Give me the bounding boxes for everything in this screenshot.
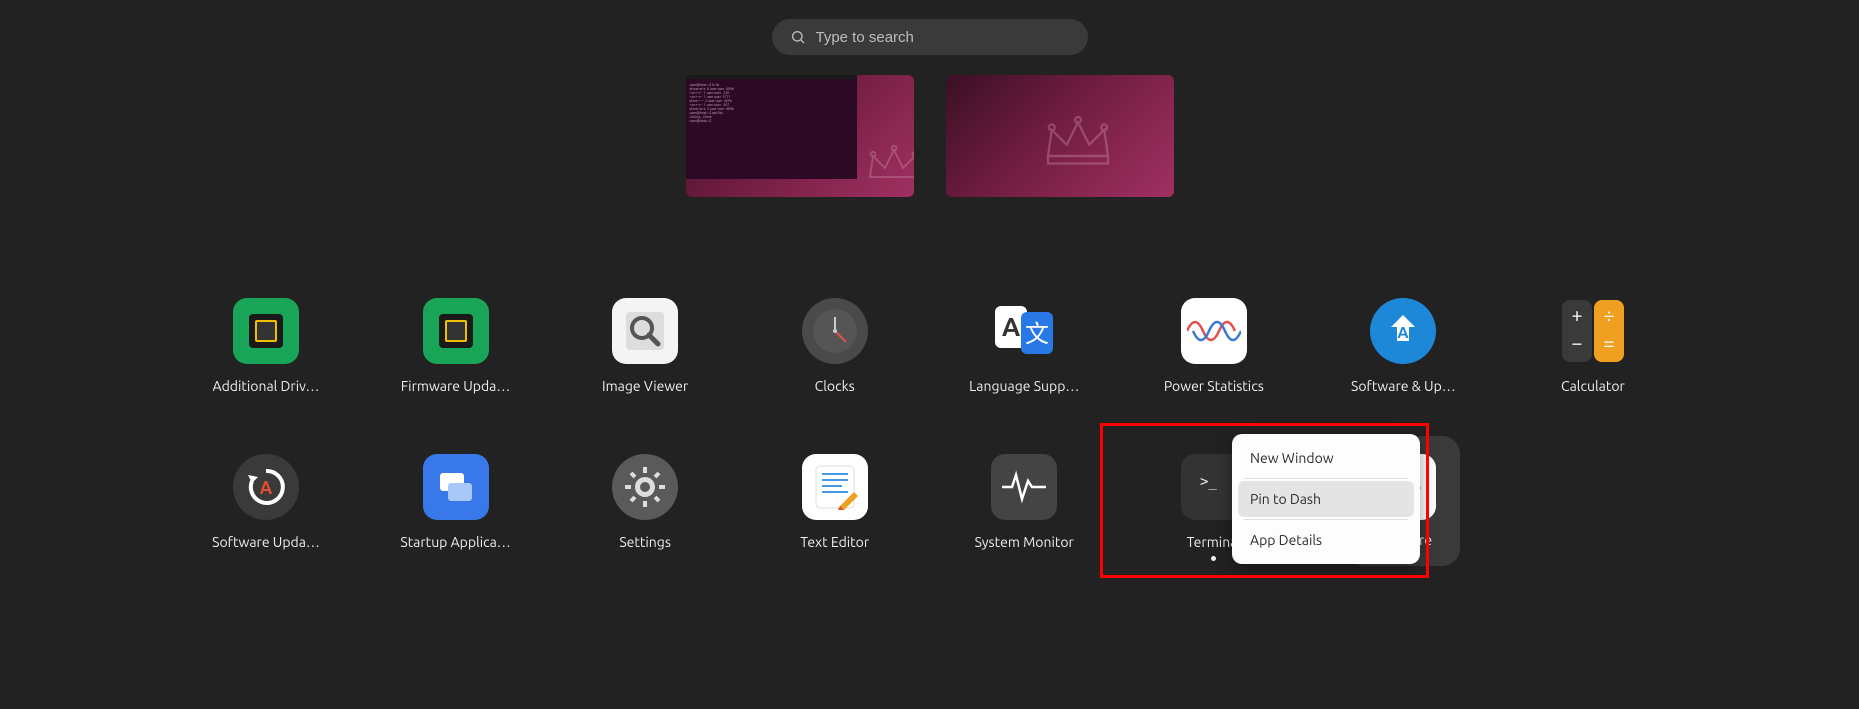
app-power-statistics[interactable]: Power Statistics [1138, 298, 1290, 394]
app-calculator[interactable]: + −÷ = Calculator [1517, 298, 1669, 394]
app-image-viewer[interactable]: Image Viewer [569, 298, 721, 394]
app-label: System Monitor [975, 534, 1074, 550]
app-label: Additional Driv… [213, 378, 320, 394]
app-startup-applications[interactable]: Startup Applica… [380, 454, 532, 566]
menu-pin-to-dash[interactable]: Pin to Dash [1238, 481, 1414, 517]
svg-text:+: + [1571, 303, 1582, 326]
svg-text:>_: >_ [1200, 474, 1217, 490]
menu-separator [1244, 519, 1408, 520]
clocks-icon [802, 298, 868, 364]
system-monitor-icon [991, 454, 1057, 520]
running-indicator [1211, 556, 1216, 561]
svg-text:A: A [1398, 324, 1410, 342]
app-system-monitor[interactable]: System Monitor [948, 454, 1100, 566]
app-label: Software Upda… [212, 534, 320, 550]
svg-text:A: A [260, 478, 273, 498]
app-software-updater[interactable]: A Software Upda… [190, 454, 342, 566]
svg-text:A: A [1002, 312, 1021, 341]
app-firmware-updater[interactable]: Firmware Upda… [380, 298, 532, 394]
search-bar[interactable] [772, 19, 1088, 55]
app-grid: Additional Driv… Firmware Upda… Image Vi… [190, 298, 1669, 566]
svg-text:文: 文 [1025, 320, 1049, 347]
workspace-thumb-1[interactable]: user@host:~$ ls -la drwxr-xr-x 8 user us… [686, 75, 914, 197]
search-input[interactable] [816, 29, 1070, 46]
calculator-icon: + −÷ = [1560, 298, 1626, 364]
workspace-switcher: user@host:~$ ls -la drwxr-xr-x 8 user us… [686, 75, 1174, 197]
firmware-updater-icon [423, 298, 489, 364]
app-label: Settings [619, 534, 671, 550]
power-statistics-icon [1181, 298, 1247, 364]
menu-new-window[interactable]: New Window [1238, 440, 1414, 476]
app-settings[interactable]: Settings [569, 454, 721, 566]
svg-text:=: = [1603, 331, 1614, 354]
app-software-updates[interactable]: A Software & Up… [1327, 298, 1479, 394]
workspace-thumb-2[interactable] [946, 75, 1174, 197]
search-icon [790, 29, 806, 45]
language-support-icon: A文 [991, 298, 1057, 364]
settings-icon [612, 454, 678, 520]
image-viewer-icon [612, 298, 678, 364]
software-updates-icon: A [1370, 298, 1436, 364]
app-label: Clocks [815, 378, 855, 394]
startup-applications-icon [423, 454, 489, 520]
additional-drivers-icon [233, 298, 299, 364]
app-language-support[interactable]: A文 Language Supp… [948, 298, 1100, 394]
app-label: Firmware Upda… [401, 378, 511, 394]
app-label: Startup Applica… [400, 534, 510, 550]
app-label: Power Statistics [1164, 378, 1264, 394]
app-label: Text Editor [800, 534, 869, 550]
app-clocks[interactable]: Clocks [759, 298, 911, 394]
svg-text:−: − [1571, 331, 1582, 354]
app-label: Language Supp… [969, 378, 1079, 394]
menu-separator [1244, 478, 1408, 479]
svg-text:÷: ÷ [1603, 303, 1614, 326]
software-updater-icon: A [233, 454, 299, 520]
app-additional-drivers[interactable]: Additional Driv… [190, 298, 342, 394]
app-context-menu: New Window Pin to Dash App Details [1232, 434, 1420, 564]
workspace-terminal-window: user@host:~$ ls -la drwxr-xr-x 8 user us… [686, 75, 857, 179]
app-label: Software & Up… [1351, 378, 1456, 394]
app-label: Calculator [1561, 378, 1625, 394]
text-editor-icon [802, 454, 868, 520]
app-label: Image Viewer [602, 378, 688, 394]
menu-app-details[interactable]: App Details [1238, 522, 1414, 558]
app-text-editor[interactable]: Text Editor [759, 454, 911, 566]
